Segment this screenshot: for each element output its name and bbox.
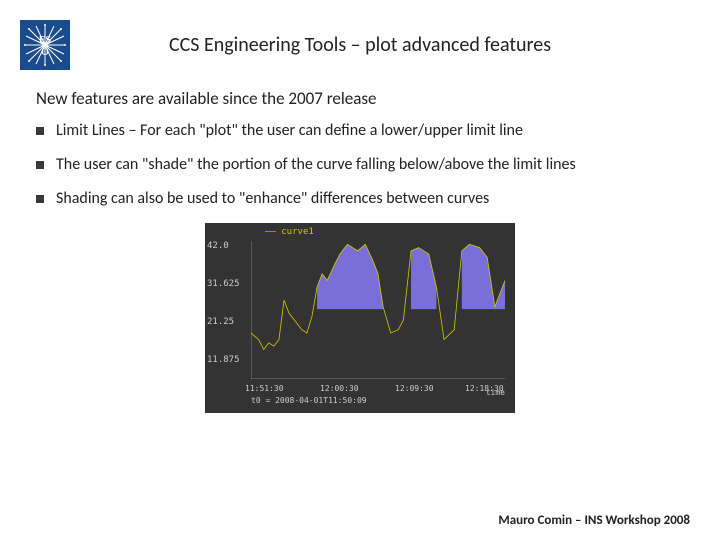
bullet-icon [36,195,44,203]
bullet-text: The user can "shade" the portion of the … [56,155,576,175]
ytick: 11.875 [207,355,240,365]
svg-text:O: O [41,47,49,58]
svg-text:ES: ES [39,35,52,46]
xaxis-title: time [486,388,505,397]
chart-thumbnail: —— curve1 42.0 31.625 21.25 11.875 11:51… [205,223,515,413]
xtick: 11:51:30 [245,384,284,393]
ytick: 42.0 [207,241,229,251]
slide-footer: Mauro Comin – INS Workshop 2008 [498,513,690,528]
eso-logo: ES O [20,20,70,70]
bullet-item: The user can "shade" the portion of the … [36,155,684,175]
plot-area [251,241,505,379]
bullet-item: Shading can also be used to "enhance" di… [36,189,684,209]
bullet-icon [36,161,44,169]
bullet-text: Limit Lines – For each "plot" the user c… [56,121,523,141]
bullet-list: Limit Lines – For each "plot" the user c… [0,121,720,209]
bullet-icon [36,127,44,135]
xaxis-subtitle: t0 = 2008-04-01T11:50:09 [251,396,367,405]
slide-subtitle: New features are available since the 200… [0,80,720,121]
xtick: 12:00:30 [320,384,359,393]
slide-title: CCS Engineering Tools – plot advanced fe… [70,33,700,57]
ytick: 31.625 [207,279,240,289]
bullet-text: Shading can also be used to "enhance" di… [56,189,489,209]
ytick: 21.25 [207,317,234,327]
bullet-item: Limit Lines – For each "plot" the user c… [36,121,684,141]
xtick: 12:09:30 [395,384,434,393]
chart-legend: —— curve1 [265,227,314,237]
